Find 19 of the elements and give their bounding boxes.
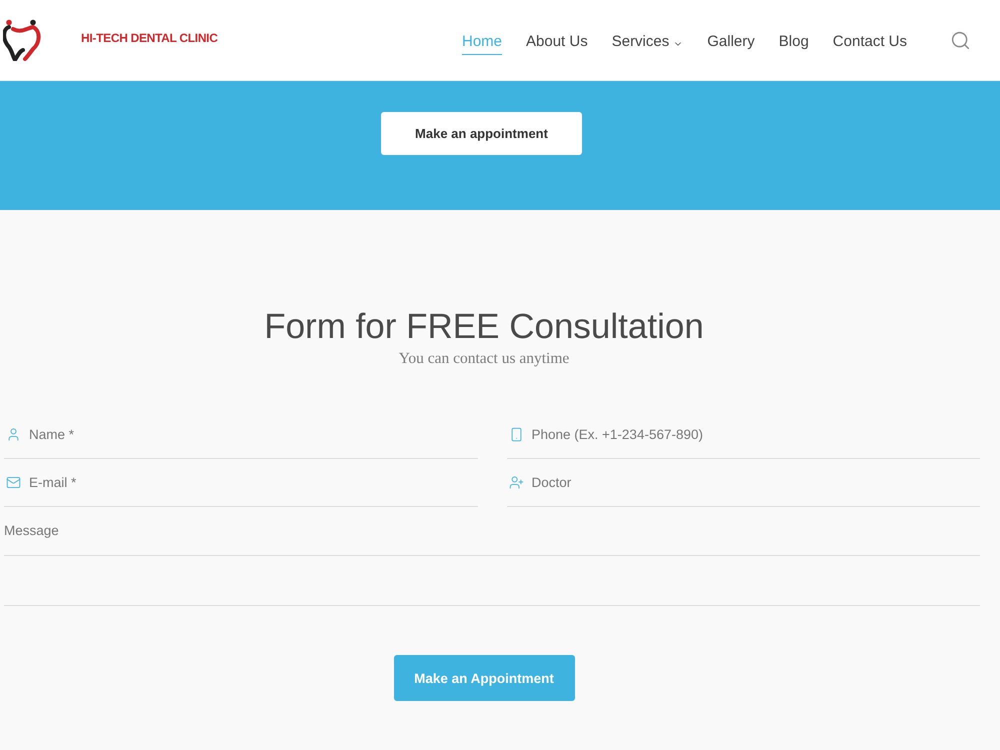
logo-icon — [3, 19, 41, 61]
form-subtitle: You can contact us anytime — [398, 349, 570, 369]
nav-link[interactable]: Services — [612, 27, 684, 55]
appointment-button[interactable]: Make an appointment — [381, 112, 582, 155]
mobile-phone-icon — [508, 427, 524, 442]
nav-link[interactable]: Blog — [778, 27, 809, 55]
envelope-icon — [6, 475, 21, 490]
input-field[interactable]: Doctor — [506, 459, 980, 507]
input-field[interactable]: Phone (Ex. +1-234-567-890) — [506, 411, 980, 459]
nav-link[interactable]: About Us — [526, 27, 588, 55]
nav-link[interactable]: Gallery — [707, 27, 755, 55]
input-field[interactable]: Name * — [4, 411, 478, 459]
user-icon — [6, 427, 21, 442]
form-title: Form for FREE Consultation — [264, 306, 704, 348]
user-plus-icon — [508, 475, 524, 490]
input-field[interactable]: E-mail * — [4, 459, 478, 507]
nav-link[interactable]: Contact Us — [832, 27, 907, 55]
search-icon[interactable] — [950, 30, 971, 50]
logo-text: HI-TECH DENTAL CLINIC — [81, 31, 218, 45]
